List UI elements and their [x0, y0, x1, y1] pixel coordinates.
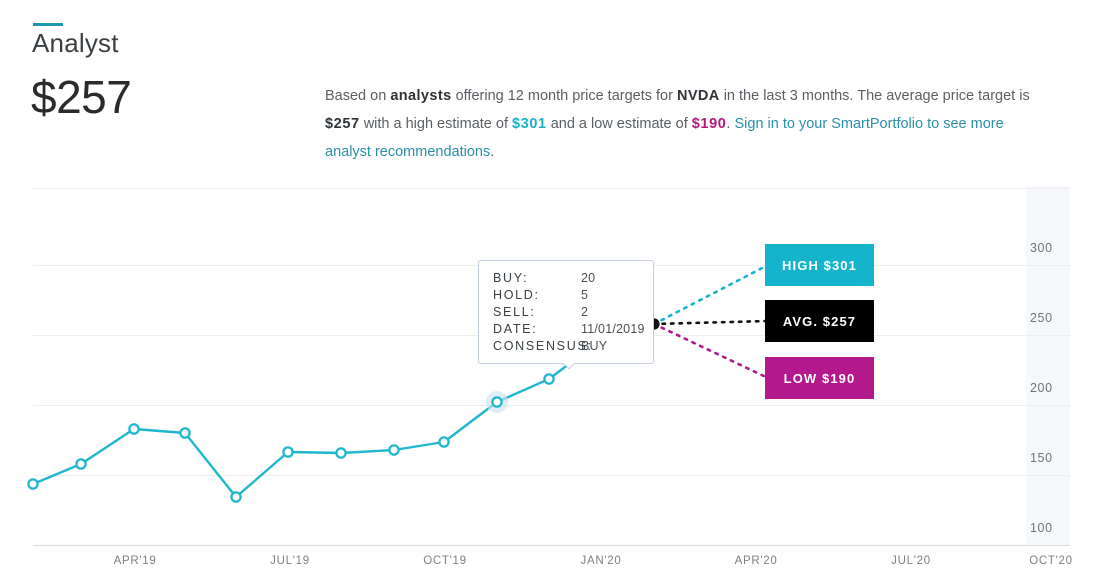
desc-avg-value: $257 — [325, 116, 360, 132]
badge-high-label: HIGH $301 — [782, 258, 857, 273]
tooltip-key: HOLD: — [493, 287, 581, 304]
title-accent-bar — [33, 23, 63, 26]
tooltip-row: BUY: 20 — [493, 270, 641, 287]
datapoint-tooltip: BUY: 20 HOLD: 5 SELL: 2 DATE: 11/01/2019… — [478, 260, 654, 364]
price-target-chart: 300 250 200 150 100 APR'19 JUL'19 OCT'19… — [0, 180, 1093, 585]
desc-bold-ticker: NVDA — [677, 88, 720, 104]
headline-price-target: $257 — [31, 70, 131, 124]
tooltip-key: SELL: — [493, 304, 581, 321]
desc-seg-1: Based on — [325, 88, 390, 104]
tooltip-row: HOLD: 5 — [493, 287, 641, 304]
projection-line-low — [654, 324, 768, 378]
desc-bold-analysts: analysts — [390, 88, 451, 104]
tooltip-row: CONSENSUS: BUY — [493, 338, 641, 355]
tooltip-value: 20 — [581, 270, 595, 287]
badge-avg-target[interactable]: AVG. $257 — [765, 300, 874, 342]
tooltip-value: 5 — [581, 287, 588, 304]
desc-seg-4: with a high estimate of — [360, 116, 512, 132]
badge-high-target[interactable]: HIGH $301 — [765, 244, 874, 286]
projection-line-avg — [654, 321, 768, 324]
price-target-markers — [28, 374, 553, 501]
tooltip-key: DATE: — [493, 321, 581, 338]
tooltip-key: CONSENSUS: — [493, 338, 581, 355]
badge-avg-label: AVG. $257 — [783, 314, 856, 329]
projection-line-high — [654, 265, 768, 324]
tooltip-key: BUY: — [493, 270, 581, 287]
tooltip-value: 11/01/2019 — [581, 321, 645, 338]
analyst-description: Based on analysts offering 12 month pric… — [325, 82, 1050, 166]
chart-plot-area — [0, 180, 1093, 585]
badge-low-label: LOW $190 — [784, 371, 856, 386]
desc-seg-2: offering 12 month price targets for — [452, 88, 677, 104]
page-title: Analyst — [32, 28, 119, 59]
desc-low-value: $190 — [692, 116, 727, 132]
tooltip-row: DATE: 11/01/2019 — [493, 321, 641, 338]
desc-seg-7: . — [490, 144, 494, 160]
badge-low-target[interactable]: LOW $190 — [765, 357, 874, 399]
desc-seg-3: in the last 3 months. The average price … — [720, 88, 1030, 104]
tooltip-pointer — [561, 363, 577, 372]
desc-seg-5: and a low estimate of — [547, 116, 692, 132]
desc-high-value: $301 — [512, 116, 547, 132]
tooltip-row: SELL: 2 — [493, 304, 641, 321]
tooltip-value: BUY — [581, 338, 607, 355]
tooltip-value: 2 — [581, 304, 588, 321]
